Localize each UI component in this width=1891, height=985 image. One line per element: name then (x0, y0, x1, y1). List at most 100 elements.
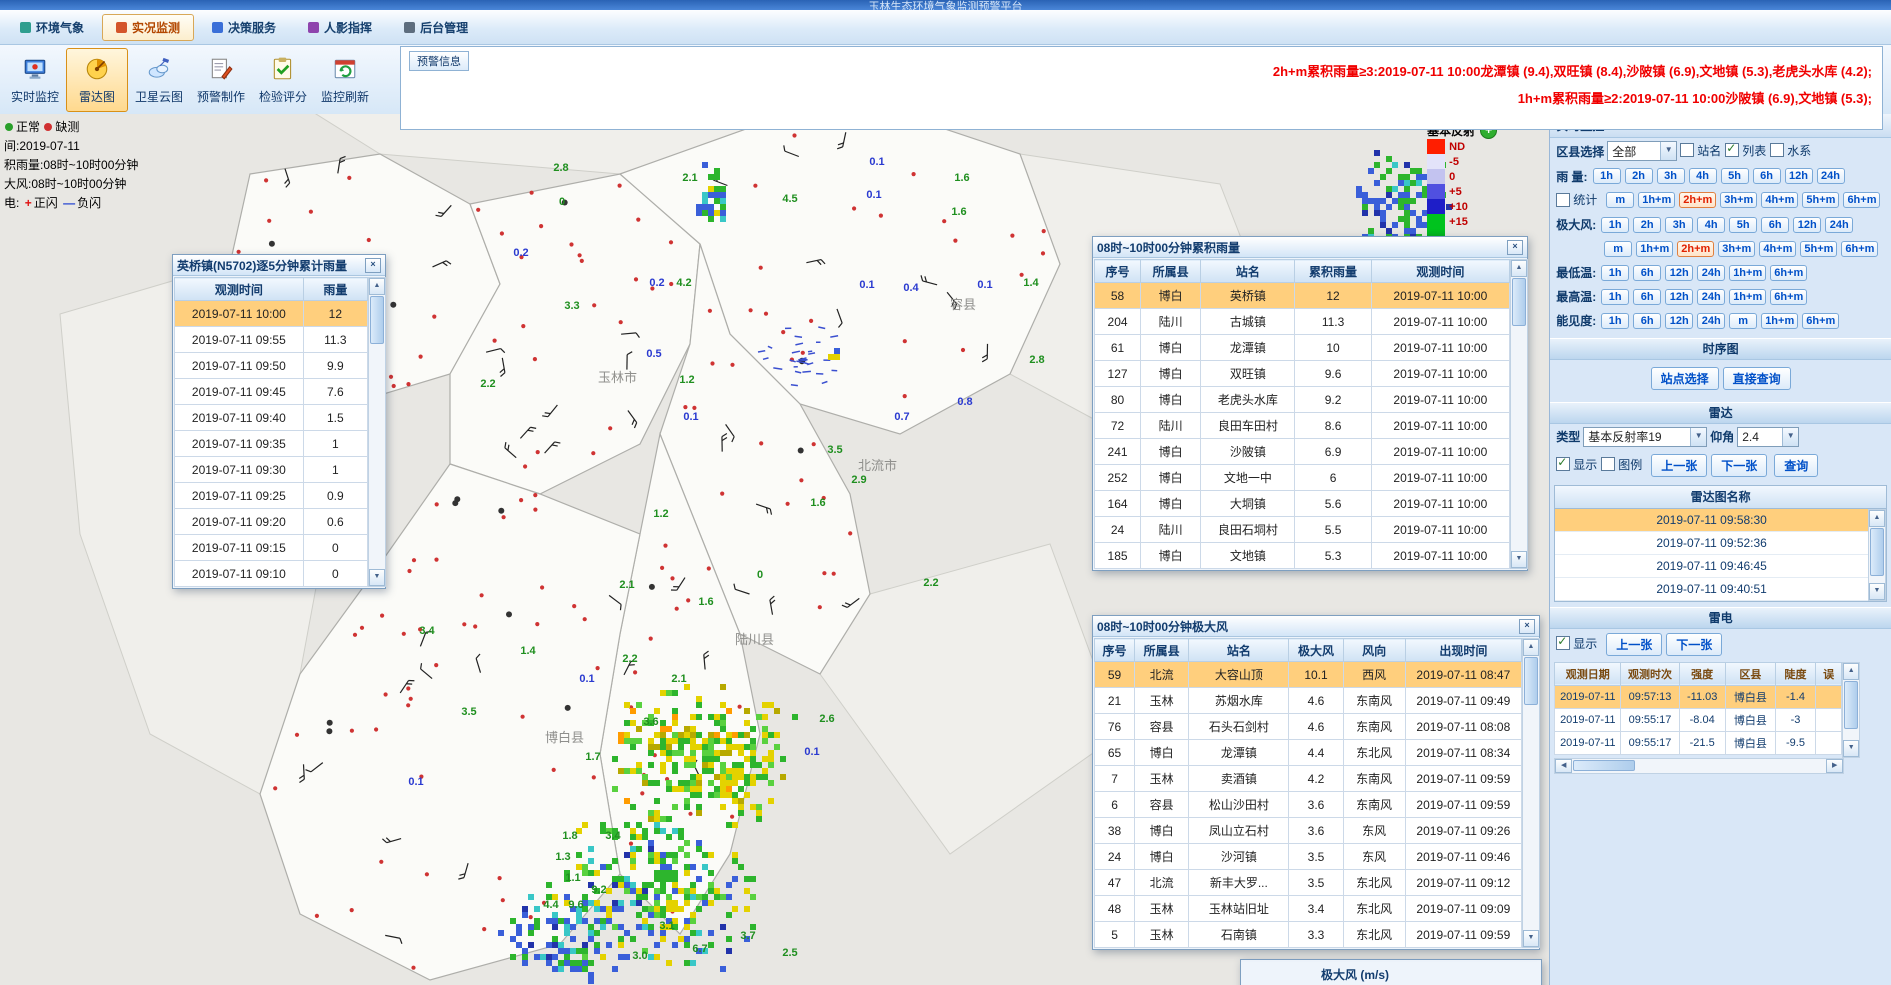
range-button-1h[interactable]: 1h (1601, 313, 1629, 329)
range-button-上一张[interactable]: 上一张 (1606, 633, 1662, 656)
table-row[interactable]: 164博白大垌镇5.62019-07-11 10:00 (1095, 491, 1510, 517)
range-button-3h[interactable]: 3h (1657, 168, 1685, 184)
column-header[interactable]: 极大风 (1289, 639, 1343, 662)
scroll-up-arrow[interactable]: ▲ (369, 278, 385, 295)
checkbox[interactable] (1556, 193, 1570, 207)
scroll-thumb[interactable] (1512, 278, 1526, 326)
table-row[interactable]: 2019-07-1109:55:17-21.5博白县-9.5 (1555, 731, 1842, 754)
range-button-1h[interactable]: 1h (1601, 217, 1629, 233)
range-button-3h[interactable]: 3h (1665, 217, 1693, 233)
range-button-6h+m[interactable]: 6h+m (1770, 265, 1807, 281)
column-header[interactable]: 陡度 (1775, 662, 1815, 685)
预警制作-button[interactable]: 预警制作 (190, 48, 252, 112)
county-select[interactable]: 全部▼ (1607, 141, 1677, 161)
scroll-up-arrow[interactable]: ▲ (1869, 510, 1885, 527)
table-row[interactable]: 2019-07-11 09:150 (175, 535, 368, 561)
scroll-thumb[interactable] (1573, 760, 1635, 771)
table-row[interactable]: 2019-07-11 09:250.9 (175, 483, 368, 509)
range-button-5h+m[interactable]: 5h+m (1800, 241, 1837, 257)
table-row[interactable]: 59北流大容山顶10.1西风2019-07-11 08:47 (1095, 662, 1522, 688)
table-row[interactable]: 61博白龙潭镇102019-07-11 10:00 (1095, 335, 1510, 361)
range-button-3h+m[interactable]: 3h+m (1720, 192, 1757, 208)
range-button-上一张[interactable]: 上一张 (1651, 454, 1707, 477)
range-button-4h[interactable]: 4h (1689, 168, 1717, 184)
range-button-2h+m[interactable]: 2h+m (1677, 241, 1714, 257)
range-button-6h[interactable]: 6h (1633, 313, 1661, 329)
检验评分-button[interactable]: 检验评分 (252, 48, 314, 112)
range-button-6h[interactable]: 6h (1761, 217, 1789, 233)
query-button[interactable]: 查询 (1774, 454, 1818, 477)
column-header[interactable]: 站名 (1201, 260, 1295, 283)
table-row[interactable]: 80博白老虎头水库9.22019-07-11 10:00 (1095, 387, 1510, 413)
range-button-4h+m[interactable]: 4h+m (1761, 192, 1798, 208)
range-button-12h[interactable]: 12h (1665, 289, 1693, 305)
table-row[interactable]: 2019-07-11 10:0012 (175, 301, 368, 327)
range-button-1h[interactable]: 1h (1593, 168, 1621, 184)
checkbox[interactable] (1680, 143, 1694, 157)
table-row[interactable]: 24博白沙河镇3.5东风2019-07-11 09:46 (1095, 844, 1522, 870)
checkbox[interactable] (1725, 143, 1739, 157)
menu-tab-4[interactable]: 人影指挥 (294, 14, 386, 41)
scroll-down-arrow[interactable]: ▼ (1511, 551, 1527, 568)
table-row[interactable]: 5玉林石南镇3.3东北风2019-07-11 09:59 (1095, 922, 1522, 948)
close-icon[interactable]: × (1519, 619, 1535, 634)
checkbox[interactable] (1770, 143, 1784, 157)
table-row[interactable]: 127博白双旺镇9.62019-07-11 10:00 (1095, 361, 1510, 387)
range-button-24h[interactable]: 24h (1697, 313, 1725, 329)
scroll-down-arrow[interactable]: ▼ (1523, 930, 1539, 947)
scroll-down-arrow[interactable]: ▼ (1843, 740, 1859, 757)
scroll-right-arrow[interactable]: ▶ (1826, 759, 1843, 773)
range-button-6h+m[interactable]: 6h+m (1841, 241, 1878, 257)
range-button-3h+m[interactable]: 3h+m (1718, 241, 1755, 257)
column-header[interactable]: 出现时间 (1405, 639, 1521, 662)
column-header[interactable]: 观测时间 (1371, 260, 1509, 283)
table-row[interactable]: 2019-07-11 09:301 (175, 457, 368, 483)
range-button-4h[interactable]: 4h (1697, 217, 1725, 233)
scrollbar[interactable]: ▲▼ (1510, 259, 1528, 569)
table-row[interactable]: 2019-07-1109:55:17-8.04博白县-3 (1555, 708, 1842, 731)
scrollbar[interactable]: ▲▼ (368, 277, 386, 587)
range-button-24h[interactable]: 24h (1697, 289, 1725, 305)
radar-type-select[interactable]: 基本反射率19▼ (1583, 427, 1707, 447)
scroll-up-arrow[interactable]: ▲ (1511, 260, 1527, 277)
checkbox[interactable] (1556, 457, 1570, 471)
scroll-down-arrow[interactable]: ▼ (1869, 583, 1885, 600)
table-row[interactable]: 185博白文地镇5.32019-07-11 10:00 (1095, 543, 1510, 569)
checkbox[interactable] (1601, 457, 1615, 471)
range-button-6h[interactable]: 6h (1753, 168, 1781, 184)
range-button-1h+m[interactable]: 1h+m (1638, 192, 1675, 208)
雷达图-button[interactable]: 雷达图 (66, 48, 128, 112)
range-button-1h+m[interactable]: 1h+m (1761, 313, 1798, 329)
scroll-thumb[interactable] (1870, 528, 1884, 576)
range-button-12h[interactable]: 12h (1665, 265, 1693, 281)
column-header[interactable]: 强度 (1679, 662, 1725, 685)
range-button-6h[interactable]: 6h (1633, 289, 1661, 305)
scroll-thumb[interactable] (1524, 657, 1538, 705)
radar-image-item[interactable]: 2019-07-11 09:52:36 (1555, 532, 1868, 555)
column-header[interactable]: 站名 (1189, 639, 1289, 662)
range-button-24h[interactable]: 24h (1697, 265, 1725, 281)
range-button-4h+m[interactable]: 4h+m (1759, 241, 1796, 257)
range-button-12h[interactable]: 12h (1665, 313, 1693, 329)
close-icon[interactable]: × (365, 258, 381, 273)
map-area[interactable]: 容县玉林市北流市陆川县博白县1.72.82.10.11.604.50.11.61… (0, 114, 1549, 985)
range-button-1h+m[interactable]: 1h+m (1636, 241, 1673, 257)
range-button-m[interactable]: m (1606, 192, 1634, 208)
column-header[interactable]: 误 (1816, 662, 1842, 685)
column-header[interactable]: 累积雨量 (1295, 260, 1371, 283)
table-row[interactable]: 2019-07-11 09:351 (175, 431, 368, 457)
column-header[interactable]: 观测时间 (175, 278, 304, 301)
range-button-直接查询[interactable]: 直接查询 (1723, 367, 1791, 390)
range-button-6h+m[interactable]: 6h+m (1770, 289, 1807, 305)
column-header[interactable]: 观测时次 (1621, 662, 1679, 685)
监控刷新-button[interactable]: 监控刷新 (314, 48, 376, 112)
radar-image-item[interactable]: 2019-07-11 09:40:51 (1555, 578, 1868, 601)
scrollbar[interactable]: ▲▼ (1522, 638, 1540, 948)
table-row[interactable]: 38博白凤山立石村3.6东风2019-07-11 09:26 (1095, 818, 1522, 844)
range-button-1h[interactable]: 1h (1601, 265, 1629, 281)
table-row[interactable]: 241博白沙陂镇6.92019-07-11 10:00 (1095, 439, 1510, 465)
table-row[interactable]: 76容县石头石剑村4.6东南风2019-07-11 08:08 (1095, 714, 1522, 740)
range-button-1h+m[interactable]: 1h+m (1729, 265, 1766, 281)
table-row[interactable]: 24陆川良田石垌村5.52019-07-11 10:00 (1095, 517, 1510, 543)
range-button-6h[interactable]: 6h (1633, 265, 1661, 281)
